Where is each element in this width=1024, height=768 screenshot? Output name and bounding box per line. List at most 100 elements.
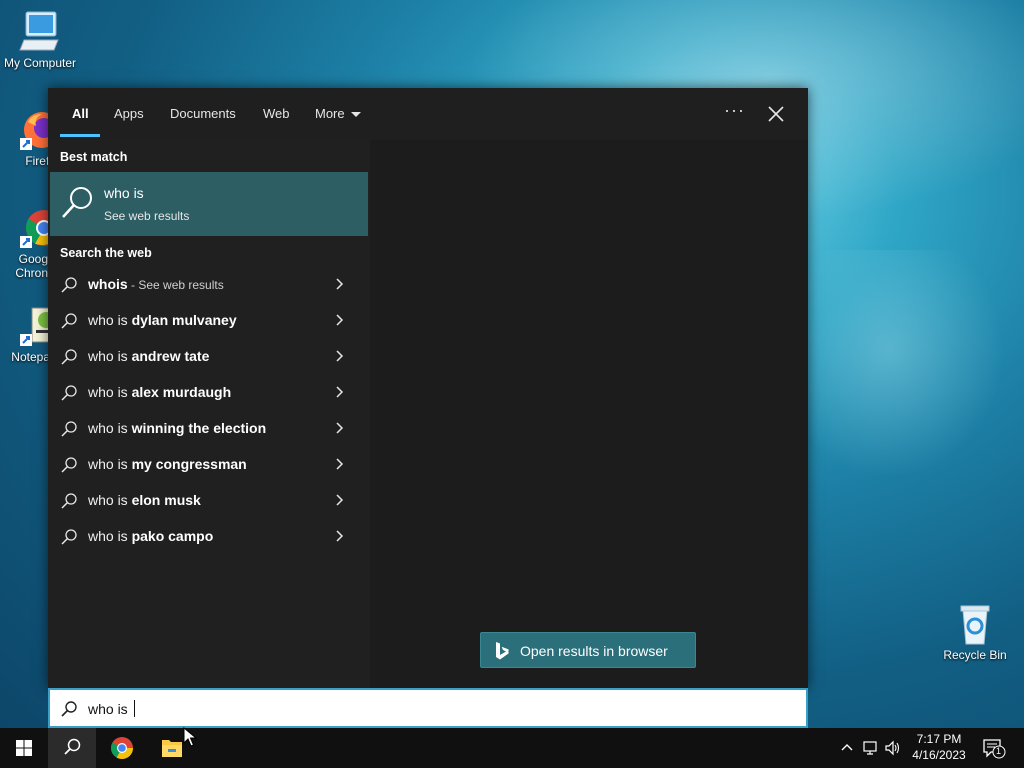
- close-icon: [768, 106, 784, 122]
- desktop-icon-my-computer[interactable]: My Computer: [0, 10, 80, 70]
- tab-apps[interactable]: Apps: [114, 106, 144, 121]
- clock[interactable]: 7:17 PM 4/16/2023: [906, 731, 972, 763]
- suggestion-bold: my congressman: [131, 456, 247, 472]
- suggestion-text: whois - See web results: [88, 276, 224, 292]
- tab-more-label: More: [315, 106, 345, 121]
- notification-count: 1: [996, 746, 1002, 756]
- suggestion-bold: elon musk: [131, 492, 201, 508]
- clock-time: 7:17 PM: [916, 732, 962, 746]
- suggestion-bold: alex murdaugh: [131, 384, 232, 400]
- web-suggestion-item[interactable]: who is winning the election: [48, 410, 370, 446]
- web-suggestion-item[interactable]: who is elon musk: [48, 482, 370, 518]
- search-icon: [61, 529, 77, 545]
- volume-icon[interactable]: [884, 739, 902, 757]
- best-match-subtitle: See web results: [104, 209, 190, 223]
- wallpaper-highlight: [800, 250, 1024, 500]
- suggestion-text: who is elon musk: [88, 492, 201, 508]
- search-web-heading: Search the web: [60, 246, 152, 260]
- web-suggestion-item[interactable]: whois - See web results: [48, 266, 370, 302]
- search-tabs: All Apps Documents Web More ···: [48, 88, 808, 140]
- tab-all[interactable]: All: [72, 106, 89, 121]
- search-icon: [61, 349, 77, 365]
- notification-icon: [983, 739, 1006, 759]
- best-match-title: who is: [104, 185, 144, 201]
- suggestion-bold: winning the election: [131, 420, 267, 436]
- chrome-icon: [111, 737, 133, 759]
- action-center-button[interactable]: 1: [980, 736, 1006, 760]
- search-icon: [61, 421, 77, 437]
- suggestion-bold: pako campo: [131, 528, 214, 544]
- web-suggestion-item[interactable]: who is dylan mulvaney: [48, 302, 370, 338]
- suggestion-prefix: who is: [88, 348, 132, 364]
- suggestion-prefix: who is: [88, 312, 132, 328]
- chevron-right-icon[interactable]: [334, 314, 344, 326]
- suggestion-prefix: who is: [88, 384, 132, 400]
- chevron-right-icon[interactable]: [334, 494, 344, 506]
- computer-icon: [18, 10, 62, 54]
- tab-more[interactable]: More: [315, 106, 361, 121]
- close-button[interactable]: [764, 102, 788, 126]
- suggestion-prefix: who is: [88, 528, 132, 544]
- search-icon: [61, 701, 77, 717]
- web-suggestion-item[interactable]: who is alex murdaugh: [48, 374, 370, 410]
- suggestion-bold: andrew tate: [131, 348, 210, 364]
- windows-icon: [16, 740, 32, 756]
- search-icon: [61, 313, 77, 329]
- suggestion-prefix: who is: [88, 456, 132, 472]
- web-suggestion-item[interactable]: who is my congressman: [48, 446, 370, 482]
- suggestion-prefix: who is: [88, 420, 132, 436]
- results-list: Best match who is See web results Search…: [48, 140, 370, 688]
- suggestion-bold: whois: [88, 276, 128, 292]
- search-icon: [61, 385, 77, 401]
- suggestion-text: who is pako campo: [88, 528, 213, 544]
- network-icon[interactable]: [862, 739, 880, 757]
- start-button[interactable]: [0, 728, 48, 768]
- taskbar-search-button[interactable]: [48, 728, 96, 768]
- search-input-text: who is: [88, 701, 132, 717]
- chevron-right-icon[interactable]: [334, 350, 344, 362]
- chevron-right-icon[interactable]: [334, 422, 344, 434]
- suggestion-text: who is winning the election: [88, 420, 266, 436]
- caret-down-icon: [350, 112, 361, 118]
- suggestion-text: who is alex murdaugh: [88, 384, 231, 400]
- search-icon: [61, 493, 77, 509]
- search-icon: [62, 187, 92, 218]
- best-match-item[interactable]: who is See web results: [50, 172, 368, 236]
- search-panel: All Apps Documents Web More ··· Best mat…: [48, 88, 808, 688]
- suggestion-bold: dylan mulvaney: [131, 312, 237, 328]
- web-suggestion-item[interactable]: who is andrew tate: [48, 338, 370, 374]
- desktop-icon-label: Recycle Bin: [943, 648, 1007, 662]
- active-tab-indicator: [60, 134, 100, 137]
- tab-web[interactable]: Web: [263, 106, 290, 121]
- taskbar: 7:17 PM 4/16/2023 1: [0, 728, 1024, 768]
- text-cursor: [133, 700, 135, 717]
- desktop-icon-label: My Computer: [3, 56, 77, 70]
- best-match-heading: Best match: [60, 150, 128, 164]
- search-input[interactable]: who is: [88, 700, 135, 717]
- search-icon: [64, 738, 81, 755]
- chevron-right-icon[interactable]: [334, 278, 344, 290]
- suggestion-text: who is andrew tate: [88, 348, 209, 364]
- chevron-right-icon[interactable]: [334, 386, 344, 398]
- chevron-right-icon[interactable]: [334, 530, 344, 542]
- suggestion-text: who is my congressman: [88, 456, 247, 472]
- search-icon: [61, 457, 77, 473]
- preview-pane: [370, 140, 808, 688]
- suggestion-suffix: - See web results: [127, 278, 224, 292]
- open-results-in-browser-button[interactable]: Open results in browser: [480, 632, 696, 668]
- tab-documents[interactable]: Documents: [170, 106, 236, 121]
- taskbar-chrome-button[interactable]: [98, 728, 146, 768]
- web-suggestion-item[interactable]: who is pako campo: [48, 518, 370, 554]
- more-options-button[interactable]: ···: [724, 100, 745, 121]
- chevron-right-icon[interactable]: [334, 458, 344, 470]
- chevron-up-icon[interactable]: [838, 739, 856, 757]
- mouse-cursor-icon: [183, 727, 197, 747]
- bing-icon: [496, 642, 509, 660]
- open-results-in-browser-label: Open results in browser: [520, 643, 668, 659]
- search-box[interactable]: who is: [48, 688, 808, 728]
- desktop-icon-recycle-bin[interactable]: Recycle Bin: [935, 602, 1015, 662]
- search-icon: [61, 277, 77, 293]
- suggestion-text: who is dylan mulvaney: [88, 312, 237, 328]
- suggestion-prefix: who is: [88, 492, 132, 508]
- clock-date: 4/16/2023: [912, 748, 966, 762]
